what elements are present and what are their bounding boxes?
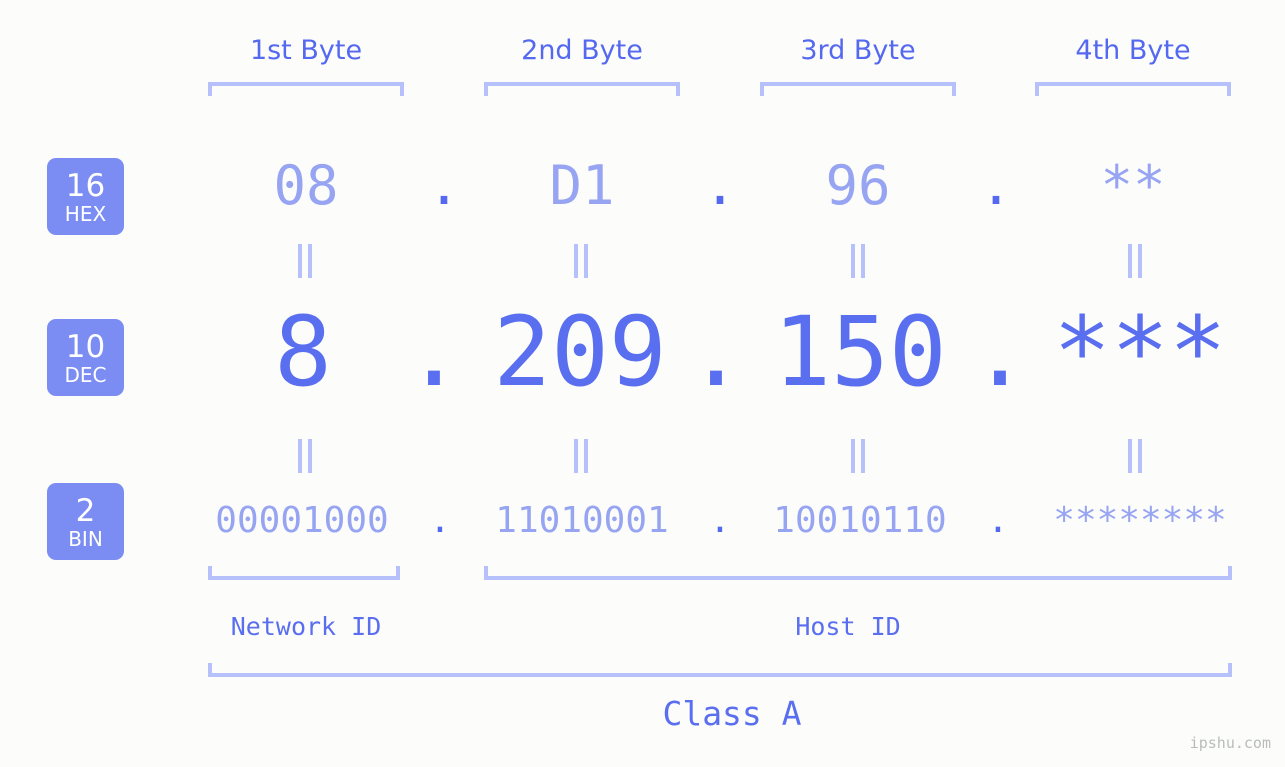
class-label: Class A xyxy=(662,694,802,733)
byte-bracket-top-1 xyxy=(208,82,404,96)
bin-separator-2: . xyxy=(709,500,731,541)
equals-symbol-dec-bin-2 xyxy=(570,439,592,473)
hex-separator-1: . xyxy=(427,154,461,217)
network-id-label: Network ID xyxy=(230,612,382,641)
site-watermark: ipshu.com xyxy=(1189,734,1271,752)
network-id-bracket xyxy=(208,566,400,580)
hex-byte-2: D1 xyxy=(549,154,615,217)
byte-header-4: 4th Byte xyxy=(1075,35,1191,66)
class-bracket xyxy=(208,663,1232,677)
bin-byte-2: 11010001 xyxy=(495,500,669,541)
equals-symbol-hex-dec-3 xyxy=(847,244,869,278)
radix-badge-dec-number: 10 xyxy=(65,329,106,365)
radix-badge-bin-label: BIN xyxy=(68,527,103,551)
byte-bracket-top-4 xyxy=(1035,82,1231,96)
bin-byte-3: 10010110 xyxy=(773,500,947,541)
hex-byte-4: ** xyxy=(1100,154,1166,217)
equals-symbol-hex-dec-1 xyxy=(294,244,316,278)
radix-badge-dec-label: DEC xyxy=(64,363,107,387)
dec-byte-3: 150 xyxy=(773,296,947,408)
hex-separator-2: . xyxy=(703,154,737,217)
byte-bracket-top-3 xyxy=(760,82,956,96)
equals-symbol-hex-dec-2 xyxy=(570,244,592,278)
byte-header-3: 3rd Byte xyxy=(800,35,916,66)
byte-bracket-top-2 xyxy=(484,82,680,96)
equals-symbol-dec-bin-1 xyxy=(294,439,316,473)
byte-header-2: 2nd Byte xyxy=(521,35,643,66)
hex-separator-3: . xyxy=(979,154,1013,217)
equals-symbol-dec-bin-4 xyxy=(1124,439,1146,473)
equals-symbol-dec-bin-3 xyxy=(847,439,869,473)
radix-badge-bin-number: 2 xyxy=(75,493,96,529)
ip-address-breakdown-diagram: 1st Byte 2nd Byte 3rd Byte 4th Byte 16 H… xyxy=(0,0,1285,767)
dec-separator-2: . xyxy=(687,296,745,408)
hex-byte-3: 96 xyxy=(825,154,891,217)
byte-header-1: 1st Byte xyxy=(249,35,363,66)
radix-badge-hex: 16 HEX xyxy=(47,158,124,235)
bin-separator-1: . xyxy=(429,500,451,541)
radix-badge-dec: 10 DEC xyxy=(47,319,124,396)
bin-byte-1: 00001000 xyxy=(215,500,389,541)
radix-badge-hex-number: 16 xyxy=(65,168,106,204)
dec-byte-4: *** xyxy=(1053,296,1227,408)
host-id-label: Host ID xyxy=(795,612,901,641)
dec-separator-3: . xyxy=(971,296,1029,408)
dec-separator-1: . xyxy=(405,296,463,408)
hex-byte-1: 08 xyxy=(273,154,339,217)
radix-badge-bin: 2 BIN xyxy=(47,483,124,560)
radix-badge-hex-label: HEX xyxy=(64,202,107,226)
dec-byte-1: 8 xyxy=(274,296,332,408)
host-id-bracket xyxy=(484,566,1232,580)
bin-byte-4: ******** xyxy=(1053,500,1227,541)
bin-separator-3: . xyxy=(987,500,1009,541)
equals-symbol-hex-dec-4 xyxy=(1124,244,1146,278)
dec-byte-2: 209 xyxy=(493,296,667,408)
